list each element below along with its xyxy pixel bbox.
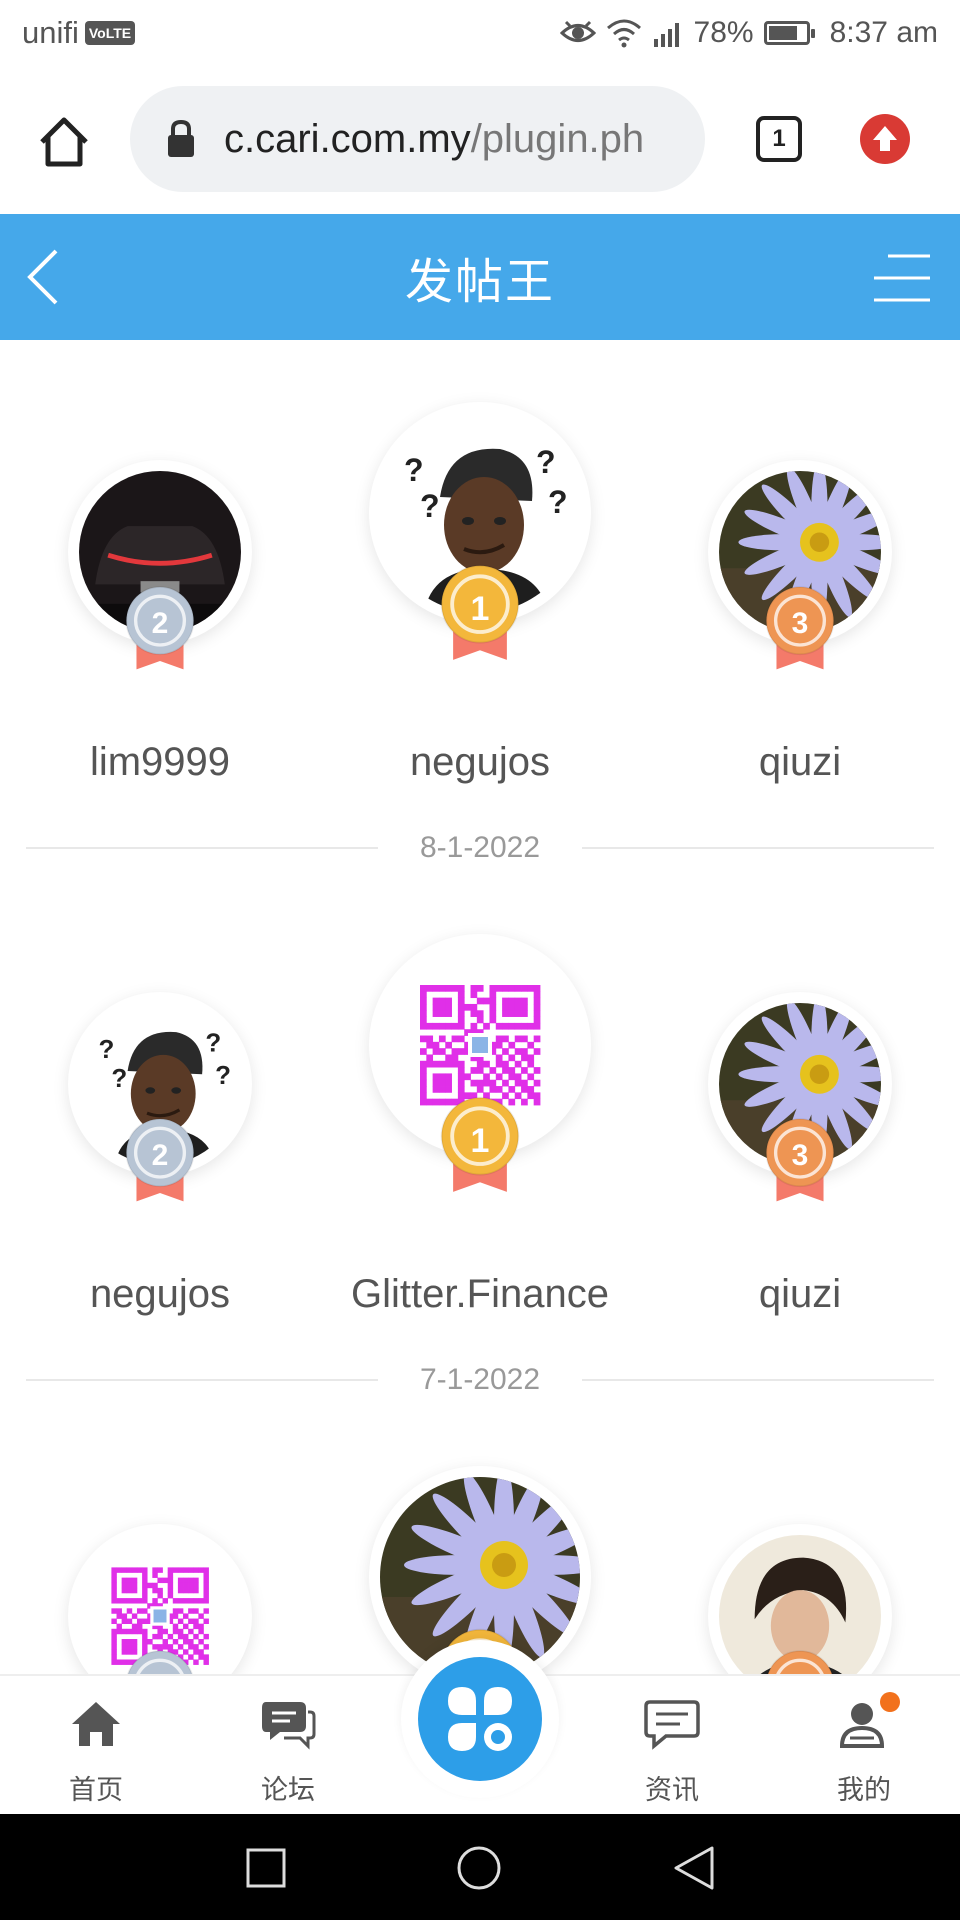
signal-icon	[653, 23, 679, 47]
nav-apps-button[interactable]	[401, 1640, 559, 1798]
rank-number: 3	[791, 607, 809, 640]
svg-text:?: ?	[98, 1036, 114, 1064]
back-triangle-icon[interactable]	[672, 1845, 716, 1891]
update-icon	[873, 126, 897, 151]
news-icon	[644, 1700, 700, 1750]
home-icon	[72, 1702, 120, 1746]
tab-count: 1	[772, 125, 786, 152]
rank-medal-2: 2	[118, 1114, 202, 1210]
divider-line	[26, 1379, 378, 1381]
svg-text:?: ?	[205, 1030, 221, 1058]
svg-text:?: ?	[536, 444, 556, 480]
page-title: 发帖王	[404, 256, 555, 309]
username[interactable]: qiuzi	[640, 1272, 960, 1317]
nav-forum-label: 论坛	[261, 1775, 315, 1805]
divider-line	[582, 1379, 934, 1381]
username[interactable]: Glitter.Finance	[320, 1272, 640, 1317]
nav-news[interactable]: 资讯	[602, 1676, 742, 1816]
battery-percent: 78%	[693, 16, 754, 49]
nav-profile[interactable]: 我的	[794, 1676, 934, 1816]
apps-icon	[448, 1687, 512, 1751]
svg-text:?: ?	[215, 1062, 231, 1090]
divider-line	[582, 847, 934, 849]
wifi-icon	[606, 19, 641, 48]
nav-home-label: 首页	[69, 1775, 123, 1805]
rank-medal-3: 3	[758, 582, 842, 678]
update-button[interactable]	[860, 114, 910, 164]
menu-icon[interactable]	[872, 250, 932, 306]
svg-text:?: ?	[420, 488, 440, 524]
date-label: 7-1-2022	[419, 1363, 541, 1396]
rank-medal-2: 2	[118, 1646, 202, 1674]
svg-text:?: ?	[111, 1065, 127, 1093]
volte-badge: VoLTE	[84, 21, 136, 45]
system-nav-bar	[0, 1814, 960, 1920]
status-bar: unifi VoLTE 78% 8:37 am	[0, 0, 960, 66]
ranking-list: 2 lim9999???? 1 negujos 3 qiuzi 8-1-2022???? 2 n…	[0, 340, 960, 1674]
rank-number: 3	[791, 1139, 809, 1172]
recents-icon[interactable]	[246, 1848, 286, 1888]
date-divider: 7-1-2022	[26, 1360, 934, 1400]
browser-toolbar: c.cari.com.my/plugin.ph 1	[0, 66, 960, 214]
username[interactable]: qiuzi	[640, 740, 960, 785]
nav-profile-label: 我的	[837, 1775, 891, 1805]
date-divider: 8-1-2022	[26, 828, 934, 868]
forum-icon	[262, 1702, 316, 1750]
username[interactable]: negujos	[320, 740, 640, 785]
rank-number: 1	[470, 590, 490, 628]
rank-medal-1: 1	[432, 560, 528, 669]
rank-medal-3: 3	[758, 1114, 842, 1210]
carrier-name: unifi	[22, 15, 79, 50]
rank-medal-2: 2	[118, 582, 202, 678]
svg-text:?: ?	[548, 484, 568, 520]
apps-button-circle	[418, 1657, 542, 1781]
bottom-nav: 首页 论坛 资讯 我的	[0, 1640, 960, 1816]
url-text: c.cari.com.my/plugin.ph	[224, 117, 644, 162]
divider-line	[26, 847, 378, 849]
notification-dot	[880, 1692, 900, 1712]
app-header: 发帖王	[0, 214, 960, 340]
svg-text:?: ?	[404, 452, 424, 488]
rank-number: 2	[151, 607, 169, 640]
username[interactable]: negujos	[0, 1272, 320, 1317]
home-circle-icon[interactable]	[456, 1845, 502, 1891]
nav-news-label: 资讯	[645, 1775, 699, 1805]
eye-icon	[559, 20, 596, 42]
home-icon[interactable]	[36, 114, 92, 170]
rank-medal-3: 3	[758, 1646, 842, 1674]
date-label: 8-1-2022	[419, 831, 541, 864]
tabs-button[interactable]: 1	[756, 116, 802, 162]
battery-icon	[763, 21, 815, 45]
rank-medal-1: 1	[432, 1092, 528, 1201]
nav-forum[interactable]: 论坛	[218, 1676, 358, 1816]
rank-number: 2	[151, 1139, 169, 1172]
url-host: c.cari.com.my	[224, 116, 471, 161]
url-path: /plugin.ph	[470, 116, 645, 161]
clock: 8:37 am	[829, 16, 938, 49]
lock-icon	[168, 119, 194, 157]
nav-home[interactable]: 首页	[26, 1676, 166, 1816]
rank-number: 1	[470, 1122, 490, 1160]
username[interactable]: lim9999	[0, 740, 320, 785]
address-bar[interactable]: c.cari.com.my/plugin.ph	[130, 86, 705, 192]
back-arrow-icon[interactable]	[22, 247, 62, 307]
